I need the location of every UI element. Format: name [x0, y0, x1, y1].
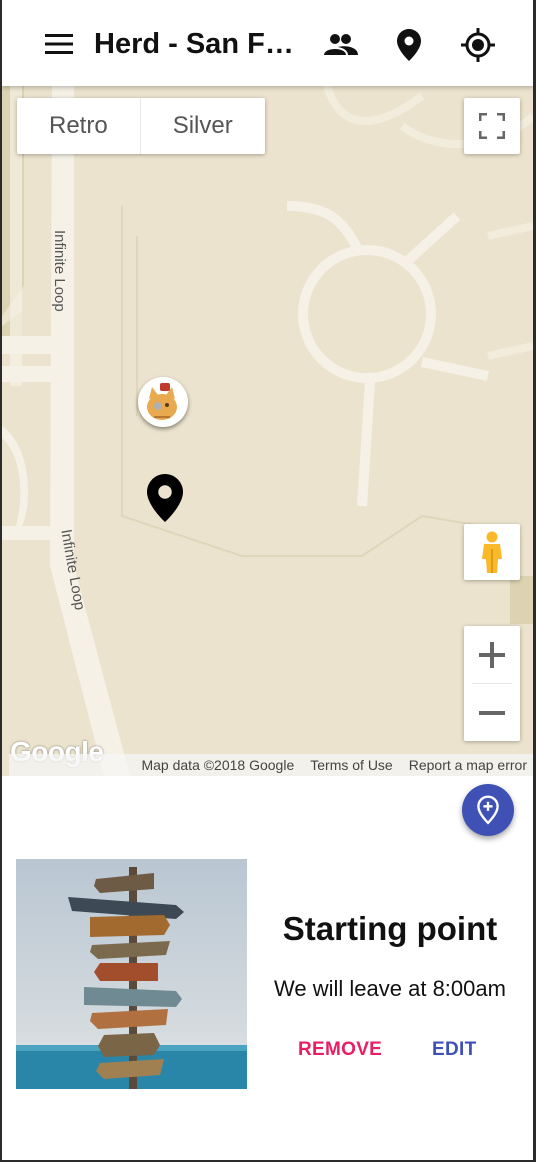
street-view-button[interactable] [464, 524, 520, 580]
user-avatar-marker[interactable] [138, 377, 188, 427]
pegman-icon [482, 531, 502, 573]
map-type-retro-button[interactable]: Retro [17, 98, 140, 154]
fullscreen-icon [479, 113, 505, 139]
report-map-error-link[interactable]: Report a map error [409, 757, 527, 773]
people-icon[interactable] [321, 25, 361, 65]
terms-link[interactable]: Terms of Use [310, 757, 392, 773]
remove-button[interactable]: REMOVE [298, 1039, 382, 1061]
zoom-control [464, 626, 520, 741]
my-location-icon[interactable] [458, 25, 498, 65]
card-title: Starting point [282, 910, 498, 947]
fullscreen-button[interactable] [464, 98, 520, 154]
plus-icon [479, 641, 505, 668]
edit-button[interactable]: EDIT [432, 1039, 476, 1061]
cat-avatar-icon [138, 377, 188, 427]
menu-icon[interactable] [42, 27, 76, 61]
map-roads [2, 86, 533, 776]
map-type-silver-button[interactable]: Silver [139, 98, 265, 154]
road-label: Infinite Loop [51, 230, 68, 312]
add-location-icon [477, 795, 499, 825]
add-location-button[interactable] [462, 784, 514, 836]
card-subtitle: We will leave at 8:00am [274, 976, 506, 1001]
app-title: Herd - San Francisco [94, 28, 304, 60]
zoom-out-button[interactable] [464, 684, 520, 741]
place-icon [147, 474, 183, 522]
map-type-control: Retro Silver [17, 98, 265, 154]
map[interactable]: Infinite Loop Infinite Loop Retro Silver [2, 86, 533, 776]
map-data-text: Map data ©2018 Google [141, 757, 295, 773]
zoom-in-button[interactable] [464, 626, 520, 683]
location-photo [16, 859, 247, 1089]
place-icon[interactable] [389, 25, 429, 65]
map-attribution: Map data ©2018 Google Terms of Use Repor… [9, 754, 533, 776]
location-pin-marker[interactable] [147, 474, 183, 527]
app-frame: Herd - San Francisco [2, 0, 533, 1160]
app-bar: Herd - San Francisco [2, 0, 533, 86]
minus-icon [479, 710, 505, 715]
